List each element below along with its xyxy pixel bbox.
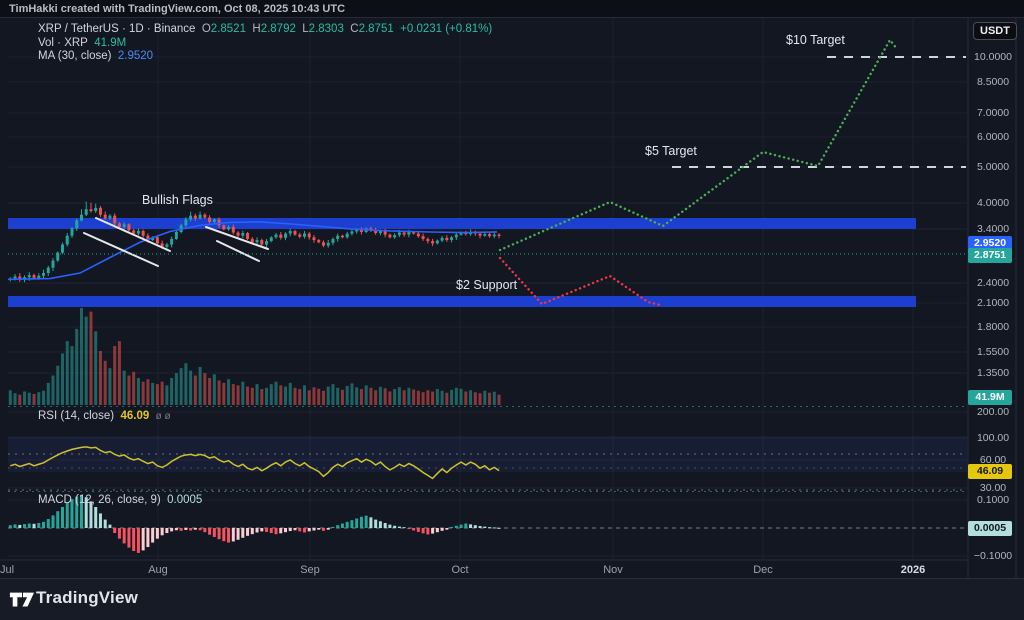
time-label-2026: 2026: [891, 564, 935, 576]
volume-series: [9, 308, 501, 405]
axis-label: 4.0000: [970, 197, 1016, 209]
macd-legend[interactable]: MACD (12, 26, close, 9) 0.0005: [38, 494, 202, 506]
axis-label: 200.00: [970, 406, 1016, 418]
axis-label: 1.5500: [970, 346, 1016, 358]
time-label-Aug: Aug: [136, 564, 180, 576]
open-label: O: [202, 23, 211, 35]
symbol-legend[interactable]: XRP / TetherUS · 1D · Binance O2.8521 H2…: [38, 23, 492, 35]
axis-label: 7.0000: [970, 107, 1016, 119]
axis-badge: 2.8751: [968, 248, 1012, 263]
symbol-title: XRP / TetherUS · 1D · Binance: [38, 23, 195, 35]
support-label[interactable]: $2 Support: [456, 278, 517, 292]
attribution-bar: TimHakki created with TradingView.com, O…: [0, 0, 1024, 18]
footer-bar: TradingView: [0, 578, 1024, 620]
high-value: 2.8792: [261, 23, 296, 35]
axis-label: 8.5000: [970, 76, 1016, 88]
time-axis[interactable]: Jul Aug Sep Oct Nov Dec 2026: [0, 560, 1024, 578]
chart-area: XRP / TetherUS · 1D · Binance O2.8521 H2…: [0, 18, 1024, 578]
time-label-Sep: Sep: [288, 564, 332, 576]
high-label: H: [252, 23, 260, 35]
axis-badge: 46.09: [968, 464, 1012, 479]
axis-label: 0.1000: [970, 494, 1016, 506]
flag-channel-2-upper[interactable]: [206, 227, 268, 249]
axis-badge: 0.0005: [968, 521, 1012, 536]
volume-value: 41.9M: [94, 37, 126, 49]
low-value: 2.8303: [309, 23, 344, 35]
time-label-Dec: Dec: [741, 564, 785, 576]
rsi-label: RSI (14, close): [38, 410, 114, 422]
volume-label: Vol · XRP: [38, 37, 88, 49]
axis-label: 100.00: [970, 432, 1016, 444]
macd-value: 0.0005: [167, 494, 202, 506]
ma-legend[interactable]: MA (30, close) 2.9520: [38, 50, 153, 62]
axis-badge: 41.9M: [968, 390, 1012, 405]
rsi-legend[interactable]: RSI (14, close) 46.09 ø ø: [38, 410, 171, 422]
axis-label: 5.0000: [970, 161, 1016, 173]
attribution-text: TimHakki created with TradingView.com, O…: [9, 3, 345, 15]
time-label-Nov: Nov: [591, 564, 635, 576]
change-value: +0.0231 (+0.81%): [400, 23, 492, 35]
support-zone[interactable]: [8, 296, 916, 307]
price-axis[interactable]: 10.0000 8.5000 7.0000 6.0000 5.0000 4.0000 3.4…: [968, 18, 1024, 578]
candlestick-series: [9, 202, 501, 283]
target-label-2[interactable]: $5 Target: [645, 144, 697, 158]
rsi-band: [8, 436, 968, 472]
axis-label: 1.3500: [970, 367, 1016, 379]
axis-label: 2.4000: [970, 277, 1016, 289]
axis-label: 3.4000: [970, 223, 1016, 235]
target-label-1[interactable]: $10 Target: [786, 33, 845, 47]
ma-value: 2.9520: [118, 50, 153, 62]
axis-label: 30.00: [970, 482, 1016, 494]
axis-label: 1.8000: [970, 321, 1016, 333]
time-label-Jul: Jul: [0, 564, 29, 576]
currency-button[interactable]: USDT: [973, 22, 1017, 40]
resistance-zone[interactable]: [8, 218, 916, 229]
axis-label: 6.0000: [970, 131, 1016, 143]
volume-legend[interactable]: Vol · XRP 41.9M: [38, 37, 126, 49]
close-label: C: [350, 23, 358, 35]
rsi-source-icons: ø ø: [156, 411, 171, 422]
bullish-flags-label[interactable]: Bullish Flags: [142, 193, 213, 207]
close-value: 2.8751: [359, 23, 394, 35]
axis-label: 10.0000: [970, 51, 1016, 63]
tradingview-snapshot: TimHakki created with TradingView.com, O…: [0, 0, 1024, 620]
ma-30-line[interactable]: [8, 222, 497, 279]
ma-label: MA (30, close): [38, 50, 112, 62]
axis-label: 2.1000: [970, 297, 1016, 309]
rsi-value: 46.09: [120, 410, 149, 422]
open-value: 2.8521: [211, 23, 246, 35]
tradingview-brand[interactable]: TradingView: [36, 588, 138, 608]
tradingview-logo-icon[interactable]: [9, 588, 35, 612]
time-label-Oct: Oct: [438, 564, 482, 576]
macd-label: MACD (12, 26, close, 9): [38, 494, 161, 506]
